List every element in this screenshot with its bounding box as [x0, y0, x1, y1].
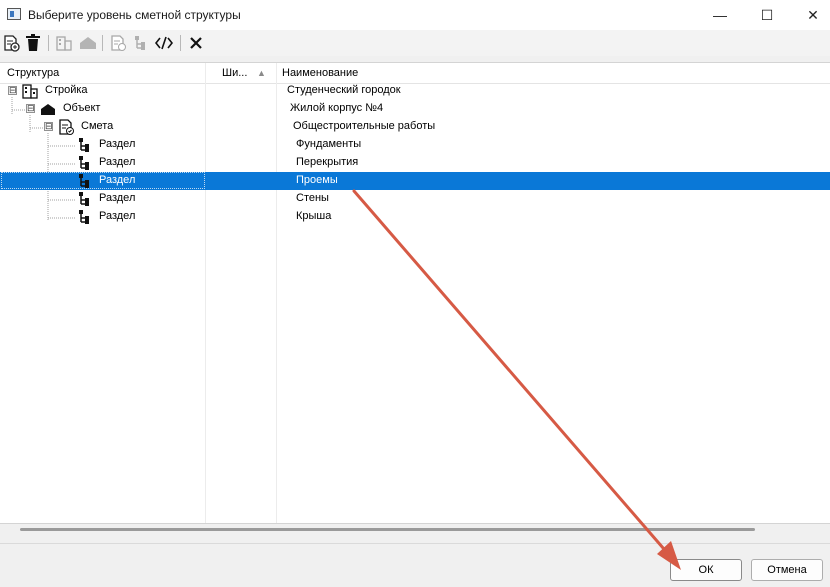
horizontal-scrollbar[interactable]: [20, 528, 755, 531]
building-icon: [22, 84, 38, 99]
tree-row-section-selected[interactable]: Раздел Проемы: [0, 172, 830, 190]
new-document-button[interactable]: [1, 33, 21, 53]
node-label: Раздел: [99, 174, 136, 186]
node-name: Перекрытия: [296, 156, 359, 168]
new-document-icon: [4, 35, 20, 52]
collapse-toggle[interactable]: ⊟: [44, 122, 53, 131]
column-header-structure[interactable]: Структура: [7, 67, 59, 79]
toolbar-separator: [180, 35, 181, 51]
trash-icon: [26, 34, 40, 51]
code-brackets-icon: [155, 36, 173, 50]
maximize-button[interactable]: ☐: [744, 0, 790, 30]
section-tree-icon: [135, 36, 145, 50]
structure-tree-grid[interactable]: Структура Ши... ▲ Наименование ⊟ Стройка…: [0, 62, 830, 524]
add-estimate-button[interactable]: [108, 33, 128, 53]
section-tree-icon: [79, 174, 89, 188]
minimize-button[interactable]: —: [697, 0, 743, 30]
column-header-name[interactable]: Наименование: [282, 67, 358, 79]
add-object-button[interactable]: [78, 33, 98, 53]
node-label: Стройка: [45, 84, 88, 96]
add-construction-button[interactable]: [54, 33, 74, 53]
ok-button[interactable]: ОК: [670, 559, 742, 581]
tree-row-section[interactable]: Раздел Стены: [0, 190, 830, 208]
toolbar: [0, 30, 830, 56]
node-name: Крыша: [296, 210, 332, 222]
house-icon: [41, 104, 55, 115]
building-icon: [56, 36, 72, 51]
column-header-code[interactable]: Ши...: [222, 67, 247, 79]
window-title: Выберите уровень сметной структуры: [28, 8, 241, 22]
divider: [0, 543, 830, 544]
delete-button[interactable]: [23, 33, 43, 53]
node-name: Общестроительные работы: [293, 120, 436, 132]
close-icon: [190, 37, 202, 49]
section-tree-icon: [79, 138, 89, 152]
node-name: Фундаменты: [296, 138, 362, 150]
close-window-button[interactable]: ✕: [790, 0, 830, 30]
node-label: Раздел: [99, 210, 136, 222]
section-tree-icon: [79, 156, 89, 170]
estimate-document-icon: [111, 35, 126, 51]
tree-row-section[interactable]: Раздел Крыша: [0, 208, 830, 226]
collapse-toggle[interactable]: ⊟: [26, 104, 35, 113]
estimate-document-icon: [59, 119, 74, 135]
node-label: Раздел: [99, 138, 136, 150]
code-button[interactable]: [154, 33, 174, 53]
collapse-toggle[interactable]: ⊟: [8, 86, 17, 95]
toolbar-separator: [102, 35, 103, 51]
sort-ascending-icon: ▲: [257, 68, 266, 78]
house-icon: [80, 37, 96, 49]
node-name: Стены: [296, 192, 329, 204]
cancel-tool-button[interactable]: [186, 33, 206, 53]
node-label: Раздел: [99, 156, 136, 168]
add-section-button[interactable]: [130, 33, 150, 53]
cancel-button[interactable]: Отмена: [751, 559, 823, 581]
node-label: Смета: [81, 120, 114, 132]
toolbar-separator: [48, 35, 49, 51]
app-window-icon: [7, 8, 21, 20]
tree-row-construction[interactable]: ⊟ Стройка Студенческий городок: [0, 82, 830, 100]
tree-row-section[interactable]: Раздел Перекрытия: [0, 154, 830, 172]
node-name: Проемы: [296, 174, 338, 186]
tree-row-object[interactable]: ⊟ Объект Жилой корпус №4: [0, 100, 830, 118]
node-label: Раздел: [99, 192, 136, 204]
node-name: Жилой корпус №4: [290, 102, 384, 114]
tree-row-section[interactable]: Раздел Фундаменты: [0, 136, 830, 154]
section-tree-icon: [79, 192, 89, 206]
title-bar: Выберите уровень сметной структуры — ☐ ✕: [0, 0, 830, 30]
tree-row-estimate[interactable]: ⊟ Смета Общестроительные работы: [0, 118, 830, 136]
grid-header: Структура Ши... ▲ Наименование: [0, 63, 830, 84]
section-tree-icon: [79, 210, 89, 224]
node-name: Студенческий городок: [287, 84, 401, 96]
node-label: Объект: [63, 102, 101, 114]
